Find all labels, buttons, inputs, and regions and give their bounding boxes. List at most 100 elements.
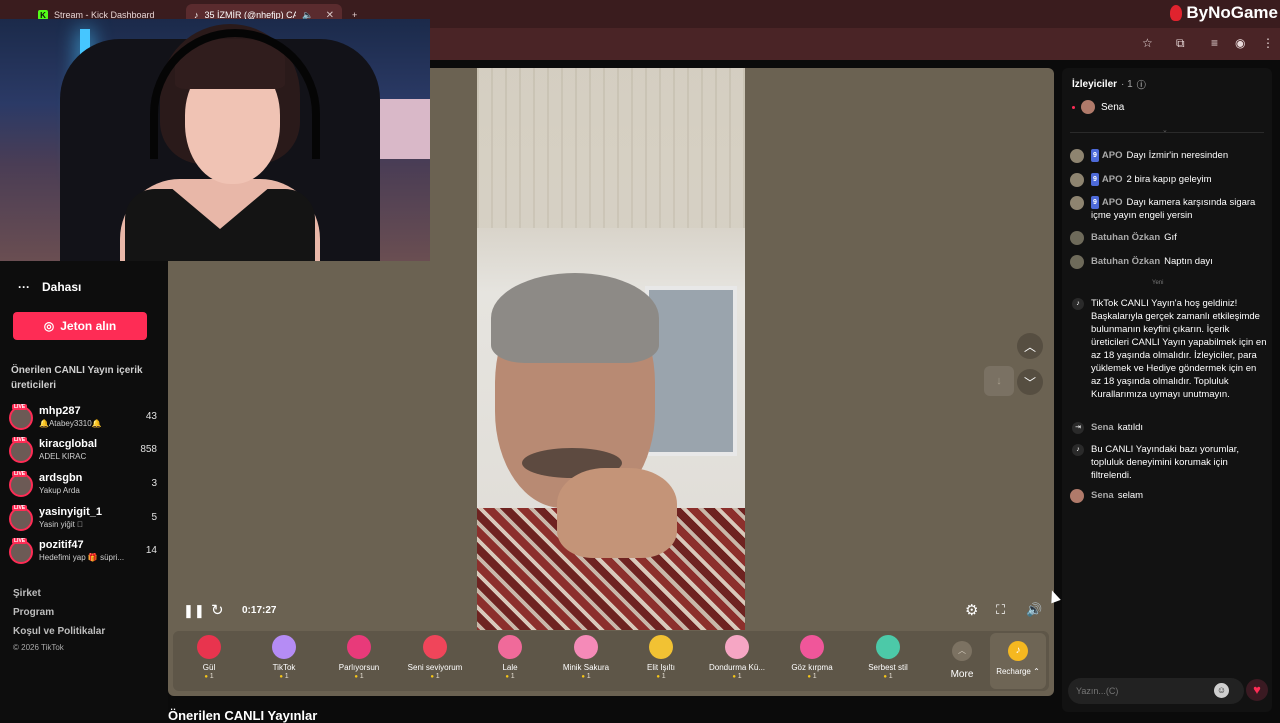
more-gifts-button[interactable]: ︿ More	[940, 635, 984, 680]
stream-video[interactable]	[477, 68, 745, 630]
fullscreen-icon[interactable]: ⛶	[996, 602, 1005, 618]
creator-item[interactable]: LIVE kiracglobal ADEL KIRAC 858	[9, 437, 161, 467]
gift-love-icon	[423, 635, 447, 659]
chat-message[interactable]: 9 APO Dayı İzmir'in neresinden	[1070, 149, 1268, 163]
sidebar-item-more[interactable]: ··· Dahası	[18, 280, 81, 294]
creator-item[interactable]: LIVE pozitif47 Hedefimi yap 🎁 süpri... 1…	[9, 538, 161, 568]
creator-item[interactable]: LIVE ardsgbn Yakup Arda 3	[9, 471, 161, 501]
get-coins-button[interactable]: ◎ Jeton alın	[13, 312, 147, 340]
fan-level-badge: 9	[1091, 196, 1099, 209]
menu-dots-icon[interactable]: ⋮	[1262, 36, 1274, 50]
divider	[1070, 132, 1264, 133]
viewer-item[interactable]: Sena	[1072, 100, 1124, 114]
flame-icon	[1170, 5, 1183, 21]
profile-avatar-icon[interactable]: ◉	[1235, 36, 1245, 50]
gift-item[interactable]: Gül 1	[173, 635, 245, 689]
previous-stream-button[interactable]: ︿	[1017, 333, 1043, 359]
chat-message[interactable]: 9 APO Dayı kamera karşısında sigara içme y…	[1070, 196, 1268, 222]
gift-sparkle-icon	[649, 635, 673, 659]
gift-ice-cream-icon	[725, 635, 749, 659]
download-icon[interactable]: ↓	[984, 366, 1014, 396]
footer-link-company[interactable]: Şirket	[13, 588, 41, 599]
live-badge: LIVE	[12, 404, 28, 410]
more-dots-icon: ···	[18, 280, 30, 294]
bynogame-logo: ByNoGame	[1170, 0, 1280, 26]
like-heart-icon[interactable]: ♥	[1246, 679, 1268, 701]
join-message: ⇥ Sena katıldı	[1070, 421, 1268, 434]
chat-message[interactable]: Sena selam	[1070, 489, 1268, 503]
refresh-icon[interactable]: ↻	[211, 601, 224, 619]
system-message: ♪ Bu CANLI Yayındaki bazı yorumlar, topl…	[1070, 443, 1268, 482]
live-badge: LIVE	[12, 538, 28, 544]
viewer-count: 5	[151, 512, 157, 523]
chat-message[interactable]: Batuhan Özkan Gıf	[1070, 231, 1268, 245]
gift-item[interactable]: Parlıyorsun 1	[323, 635, 395, 689]
emoji-icon[interactable]: ☺	[1214, 683, 1229, 698]
recharge-button[interactable]: ♪ Recharge ⌃	[990, 633, 1046, 689]
creator-subtitle: ADEL KIRAC	[39, 452, 87, 461]
viewer-count: 3	[151, 478, 157, 489]
streamer-hand-image	[557, 468, 677, 558]
live-badge: LIVE	[12, 437, 28, 443]
avatar	[1070, 173, 1084, 187]
gift-item[interactable]: Dondurma Kü... 1	[701, 635, 773, 689]
settings-gear-icon[interactable]: ⚙	[965, 601, 978, 619]
avatar	[1081, 100, 1095, 114]
creator-name: mhp287	[39, 405, 81, 417]
creator-subtitle: Hedefimi yap 🎁 süpri...	[39, 553, 125, 562]
gift-heart-icon	[347, 635, 371, 659]
gift-item[interactable]: Seni seviyorum 1	[399, 635, 471, 689]
gift-item[interactable]: TikTok 1	[248, 635, 320, 689]
chevron-up-icon: ︿	[952, 641, 972, 661]
gift-sakura-icon	[574, 635, 598, 659]
chat-message[interactable]: Batuhan Özkan Naptın dayı	[1070, 255, 1268, 269]
next-stream-button[interactable]: ﹀	[1017, 369, 1043, 395]
extensions-icon[interactable]: ⧉	[1176, 36, 1185, 51]
gift-item[interactable]: Lale 1	[474, 635, 546, 689]
creator-name: ardsgbn	[39, 472, 83, 484]
recommended-creators-title: Önerilen CANLI Yayın içerik üreticileri	[11, 365, 143, 391]
bookmark-star-icon[interactable]: ☆	[1142, 36, 1153, 50]
gift-item[interactable]: Göz kırpma 1	[776, 635, 848, 689]
avatar	[1070, 255, 1084, 269]
creator-name: pozitif47	[39, 539, 84, 551]
viewer-count: 43	[145, 411, 157, 422]
recommended-lives-title: Önerilen CANLI Yayınlar	[168, 708, 318, 723]
footer-link-terms[interactable]: Koşul ve Politikalar	[13, 626, 105, 637]
gift-tiktok-icon	[272, 635, 296, 659]
gift-item[interactable]: Elit Işıltı 1	[625, 635, 697, 689]
viewers-header[interactable]: İzleyiciler · 1 ⓘ	[1072, 78, 1146, 91]
gift-freestyle-icon	[876, 635, 900, 659]
creator-item[interactable]: LIVE mhp287 🔔Atabey3310🔔 43	[9, 404, 161, 434]
creator-subtitle: Yasin yiğit 🏻	[39, 520, 84, 529]
gift-rose-icon	[197, 635, 221, 659]
gift-item[interactable]: Serbest stil 1	[852, 635, 924, 689]
pause-icon[interactable]: ❚❚	[183, 603, 205, 619]
creator-subtitle: Yakup Arda	[39, 486, 80, 495]
window-image	[645, 286, 737, 456]
viewer-count: 14	[145, 545, 157, 556]
fan-level-badge: 9	[1091, 173, 1099, 186]
copyright: © 2026 TikTok	[13, 643, 64, 652]
creator-subtitle: 🔔Atabey3310🔔	[39, 419, 102, 428]
system-message: ♪ TikTok CANLI Yayın'a hoş geldiniz! Baş…	[1070, 297, 1268, 401]
coin-icon: ◎	[43, 319, 55, 333]
footer-link-program[interactable]: Program	[13, 607, 54, 618]
ceiling-image	[477, 68, 745, 228]
gift-item[interactable]: Minik Sakura 1	[550, 635, 622, 689]
chat-message[interactable]: 9 APO 2 bira kapıp geleyim	[1070, 173, 1268, 187]
stream-time: 0:17:27	[242, 605, 277, 616]
viewer-count: 858	[140, 444, 157, 455]
volume-icon[interactable]: 🔊	[1026, 602, 1042, 618]
coin-icon: ♪	[1008, 641, 1028, 661]
help-icon[interactable]: ⓘ	[1137, 78, 1146, 91]
webcam-overlay	[0, 19, 430, 261]
gifts-bar: Gül 1 TikTok 1 Parlıyorsun 1 Seni seviyo…	[173, 631, 1049, 691]
gift-wink-icon	[800, 635, 824, 659]
creator-name: kiracglobal	[39, 438, 98, 450]
avatar	[1070, 149, 1084, 163]
avatar	[1070, 196, 1084, 210]
streamer-hair-image	[491, 273, 659, 363]
creator-item[interactable]: LIVE yasinyigit_1 Yasin yiğit 🏻 5	[9, 505, 161, 535]
media-control-icon[interactable]: ≡	[1211, 36, 1218, 50]
